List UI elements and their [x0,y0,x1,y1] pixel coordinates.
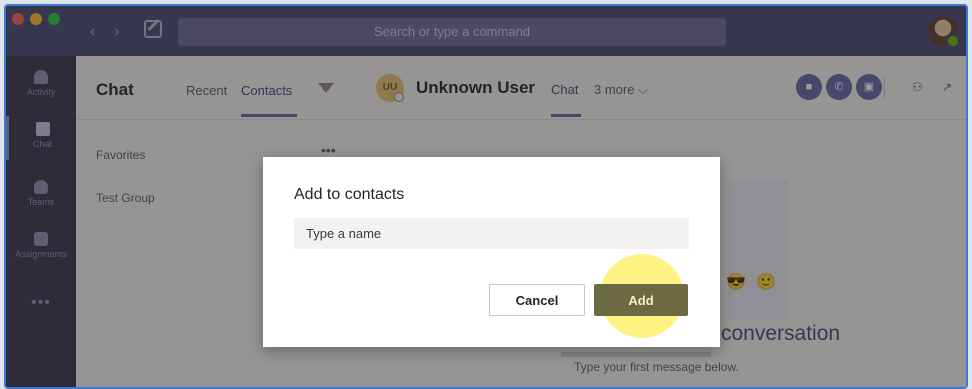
cancel-button[interactable]: Cancel [489,284,585,316]
add-to-contacts-dialog: Add to contacts Cancel Add [263,157,720,347]
name-input[interactable] [294,218,689,249]
add-button[interactable]: Add [594,284,688,316]
dialog-title: Add to contacts [294,186,405,203]
teams-window: ‹ › Search or type a command Activity Ch… [4,4,968,389]
